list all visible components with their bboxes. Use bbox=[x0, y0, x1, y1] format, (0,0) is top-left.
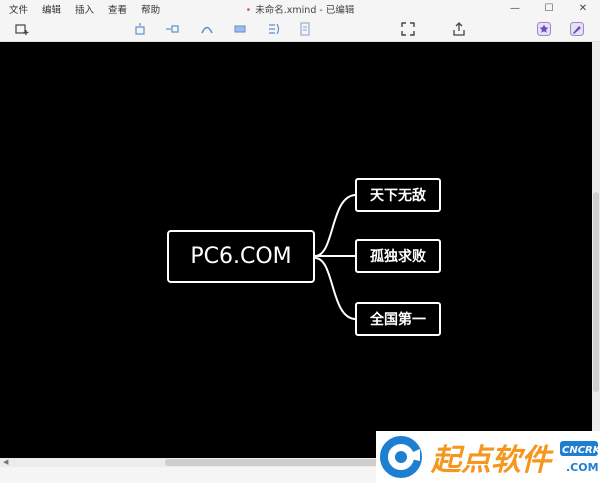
branch-topic-3[interactable]: 全国第一 bbox=[355, 302, 441, 336]
menu-bar: 文件 编辑 插入 查看 帮助 bbox=[0, 2, 174, 16]
menu-edit[interactable]: 编辑 bbox=[42, 2, 61, 16]
branch-topic-1[interactable]: 天下无敌 bbox=[355, 178, 441, 212]
menu-insert[interactable]: 插入 bbox=[75, 2, 94, 16]
topic-icon[interactable] bbox=[132, 21, 148, 37]
share-icon[interactable] bbox=[451, 21, 467, 37]
scroll-left-icon[interactable]: ◀ bbox=[3, 458, 8, 466]
menu-view[interactable]: 查看 bbox=[108, 2, 127, 16]
new-sheet-icon[interactable] bbox=[14, 21, 30, 37]
document-name: 未命名.xmind - 已编辑 bbox=[255, 5, 355, 16]
watermark-logo: 起点软件 CNCRK .COM bbox=[376, 431, 600, 483]
svg-text:起点软件: 起点软件 bbox=[430, 443, 554, 478]
toolbar bbox=[0, 17, 600, 42]
vertical-scroll-thumb[interactable] bbox=[593, 192, 599, 392]
fullscreen-icon[interactable] bbox=[400, 21, 416, 37]
summary-icon[interactable] bbox=[232, 21, 248, 37]
horizontal-scroll-thumb[interactable] bbox=[165, 459, 380, 466]
menu-help[interactable]: 帮助 bbox=[141, 2, 160, 16]
window-controls: — ☐ ✕ bbox=[498, 0, 600, 17]
minimize-button[interactable]: — bbox=[498, 0, 532, 17]
relationship-icon[interactable] bbox=[199, 21, 215, 37]
svg-text:CNCRK: CNCRK bbox=[562, 445, 600, 456]
boundary-icon[interactable] bbox=[266, 21, 282, 37]
maximize-button[interactable]: ☐ bbox=[532, 0, 566, 17]
theme-icon[interactable] bbox=[569, 21, 585, 37]
subtopic-icon[interactable] bbox=[164, 21, 180, 37]
svg-text:.COM: .COM bbox=[566, 461, 599, 474]
close-button[interactable]: ✕ bbox=[566, 0, 600, 17]
central-topic[interactable]: PC6.COM bbox=[167, 230, 315, 283]
pitch-icon[interactable] bbox=[536, 21, 552, 37]
note-icon[interactable] bbox=[297, 21, 313, 37]
vertical-scrollbar[interactable] bbox=[592, 42, 600, 458]
branch-topic-2[interactable]: 孤独求败 bbox=[355, 239, 441, 273]
title-bar: 文件 编辑 插入 查看 帮助 • 未命名.xmind - 已编辑 — ☐ ✕ bbox=[0, 0, 600, 17]
menu-file[interactable]: 文件 bbox=[9, 2, 28, 16]
unsaved-dot-icon: • bbox=[245, 5, 252, 16]
